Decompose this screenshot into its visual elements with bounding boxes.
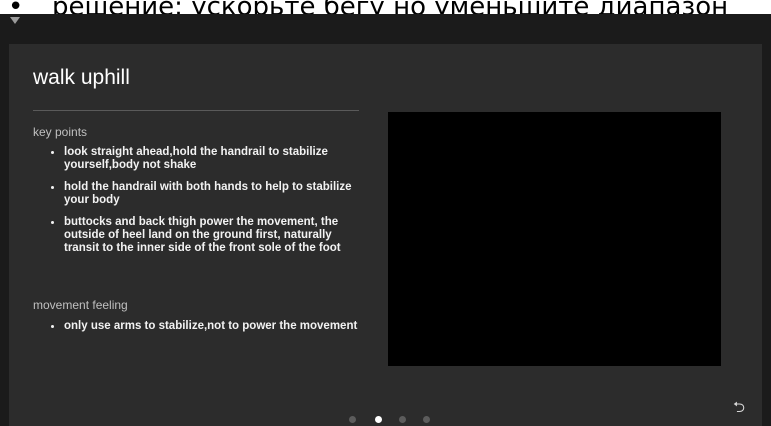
movement-feeling-label: movement feeling [33,298,128,312]
back-arrow-icon[interactable]: ⮌ [733,400,745,415]
bullet-dot [51,186,54,189]
bullet-dot [51,221,54,224]
list-item: look straight ahead,hold the handrail to… [49,146,365,172]
video-player[interactable] [388,112,721,366]
page-dot-3[interactable] [399,416,406,423]
feeling-point-text: only use arms to stabilize,not to power … [64,320,358,332]
page-dot-1[interactable] [349,416,356,423]
status-bar [0,14,771,44]
list-item: only use arms to stabilize,not to power … [49,320,365,333]
list-item: hold the handrail with both hands to hel… [49,181,365,207]
key-point-text: buttocks and back thigh power the moveme… [64,216,341,254]
bullet-dot [51,151,54,154]
title-divider [33,110,359,111]
page-title: walk uphill [33,66,130,89]
page-dot-4[interactable] [423,416,430,423]
key-points-list: look straight ahead,hold the handrail to… [49,146,365,264]
key-point-text: look straight ahead,hold the handrail to… [64,146,328,171]
device-frame: walk uphill key points look straight ahe… [0,14,771,426]
page-dot-2-active[interactable] [375,416,382,423]
list-item: buttocks and back thigh power the moveme… [49,216,365,255]
bullet-dot [51,325,54,328]
key-points-label: key points [33,125,88,139]
exercise-screen: walk uphill key points look straight ahe… [9,44,762,426]
wifi-icon [10,17,20,24]
movement-feeling-list: only use arms to stabilize,not to power … [49,320,365,342]
key-point-text: hold the handrail with both hands to hel… [64,181,352,206]
